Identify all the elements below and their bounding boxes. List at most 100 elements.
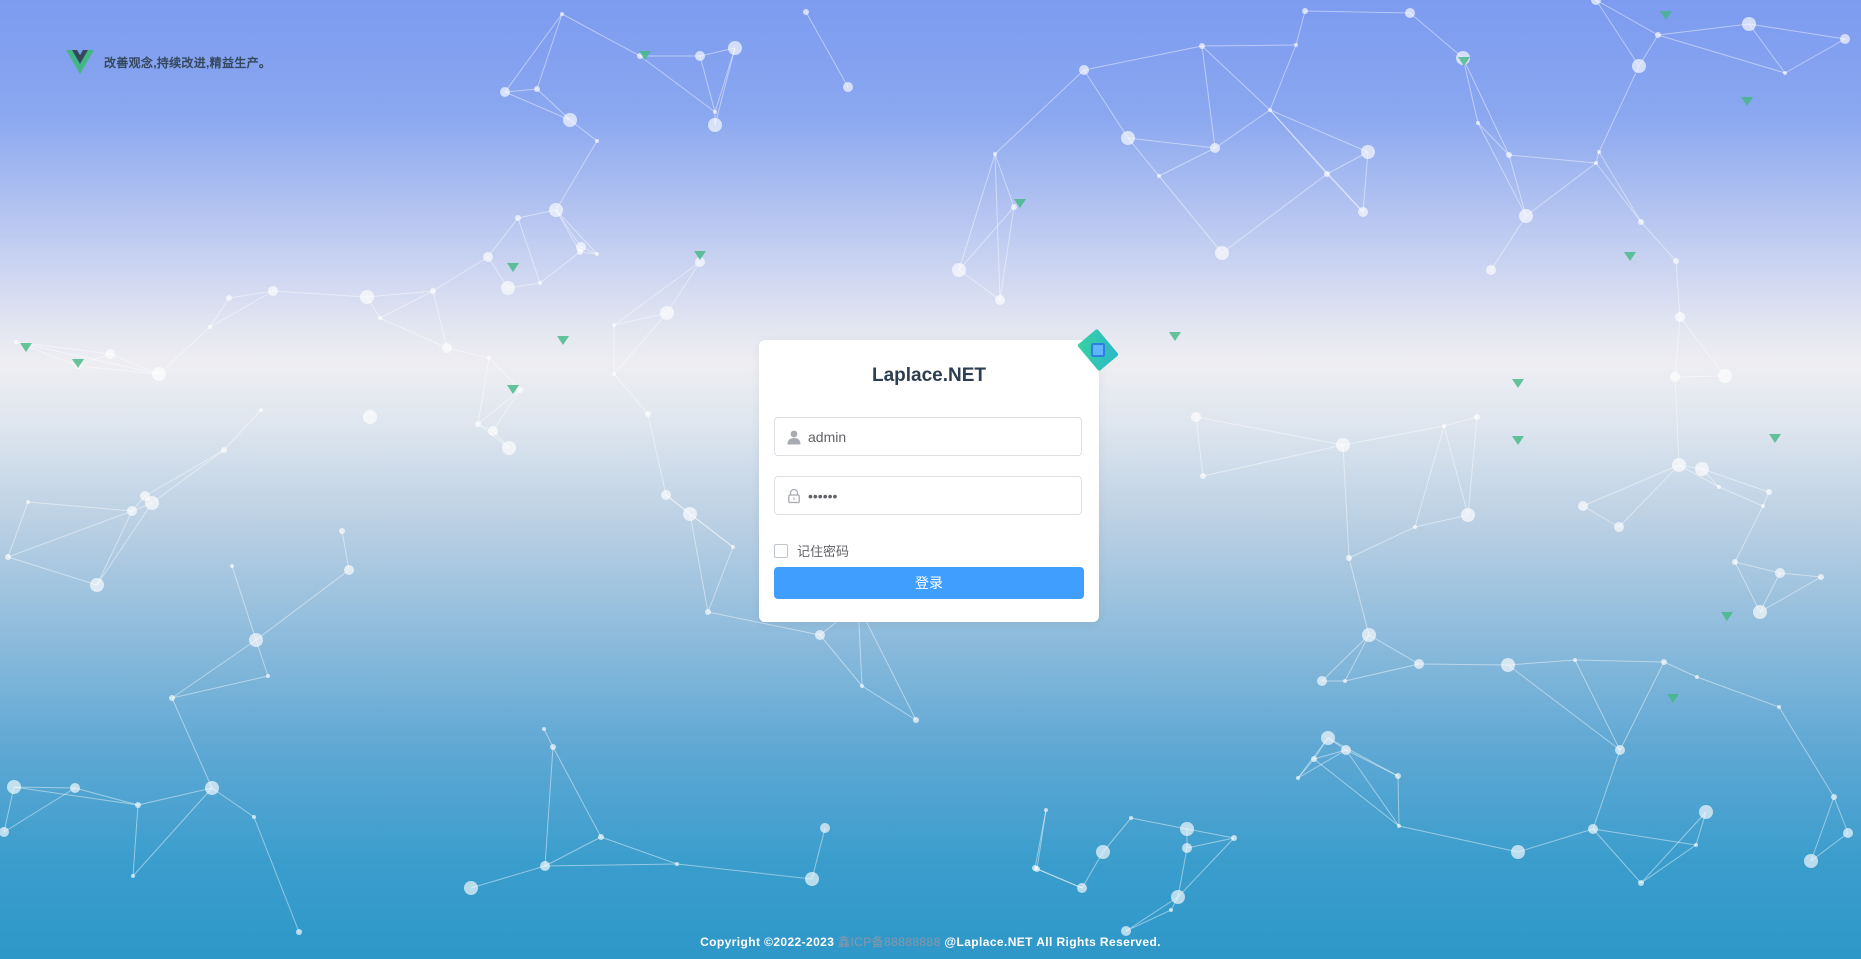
network-node [1675,312,1685,322]
network-node [1268,108,1272,112]
network-line [1640,221,1677,262]
network-line [1810,796,1835,862]
network-line [231,565,257,641]
network-line [171,697,213,789]
network-line [272,290,368,298]
network-line [1368,634,1420,665]
network-line [1507,664,1621,751]
network-line [1508,154,1597,164]
network-line [543,728,554,748]
network-line [15,341,160,375]
network-line [1201,44,1297,47]
network-node [1397,824,1401,828]
network-line [1321,634,1370,682]
network-node [1414,659,1424,669]
network-node [695,51,705,61]
network-node [1032,865,1038,871]
mini-vue-logo-icon [1624,252,1636,261]
network-line [1640,844,1697,884]
network-node [1395,773,1401,779]
network-line [1269,109,1369,153]
network-node [1831,794,1837,800]
network-node [1324,171,1330,177]
network-node [1341,745,1351,755]
footer-icp-link[interactable]: 鑫ICP备88888888 [838,935,941,949]
network-line [1158,175,1223,254]
network-node [378,316,382,320]
network-node [1336,438,1350,452]
remember-password[interactable]: 记住密码 [774,541,849,560]
network-line [1674,375,1726,378]
network-line [487,217,519,258]
network-line [1443,416,1478,427]
network-node [595,139,599,143]
network-node [913,717,919,723]
network-line [714,47,736,126]
network-node [1519,209,1533,223]
network-node [1578,501,1588,511]
network-line [699,55,716,113]
network-node [1317,676,1327,686]
network-line [958,269,1001,301]
password-field[interactable] [774,476,1082,515]
login-page: 改善观念,持续改进,精益生产。 Laplace.NET 记住密码 [0,0,1861,959]
network-node [1362,628,1376,642]
network-node [169,695,175,701]
network-line [1734,505,1764,563]
mini-vue-logo-icon [1512,436,1524,445]
footer-copyright: Copyright ©2022-2023 鑫ICP备88888888 @Lapl… [0,933,1861,950]
network-line [1295,10,1306,46]
network-node [105,349,115,359]
network-node [1476,121,1480,125]
password-input[interactable] [808,480,1068,511]
network-node [1591,0,1601,5]
network-line [1674,376,1680,466]
network-node [475,421,481,427]
network-line [647,413,667,496]
network-line [1467,416,1478,516]
network-line [1640,811,1707,884]
footer-copyright-text: Copyright ©2022-2023 [700,935,835,949]
network-node [1742,17,1756,31]
network-node [131,874,135,878]
network-line [504,91,571,121]
network-line [1679,316,1726,377]
network-node [344,565,354,575]
network-line [1195,416,1204,477]
network-line [613,312,668,375]
network-line [1748,23,1786,74]
badge-icon [1091,343,1105,357]
network-node [1169,908,1173,912]
network-node [560,12,564,16]
network-node [205,781,219,795]
network-line [1414,425,1445,528]
network-node [1180,822,1194,836]
username-field[interactable] [774,417,1082,456]
network-node [1343,679,1347,683]
network-line [253,816,300,933]
network-line [1443,425,1469,516]
mini-vue-logo-icon [1721,612,1733,621]
network-line [1195,416,1344,446]
network-node [502,441,516,455]
network-line [151,449,225,504]
network-line [539,251,581,284]
network-node [708,118,722,132]
network-node [515,215,521,221]
network-node [152,367,166,381]
network-node [1783,71,1787,75]
network-node [1358,207,1368,217]
network-line [1595,0,1640,67]
network-line [7,501,29,558]
network-line [1592,828,1697,846]
network-line [1657,23,1750,36]
network-line [1221,173,1328,254]
network-node [442,343,452,353]
network-node [805,872,819,886]
remember-checkbox[interactable] [774,543,788,558]
network-node [1672,458,1686,472]
user-icon [787,430,801,444]
login-button[interactable]: 登录 [774,567,1084,599]
username-input[interactable] [808,421,1068,452]
network-node [1191,412,1201,422]
